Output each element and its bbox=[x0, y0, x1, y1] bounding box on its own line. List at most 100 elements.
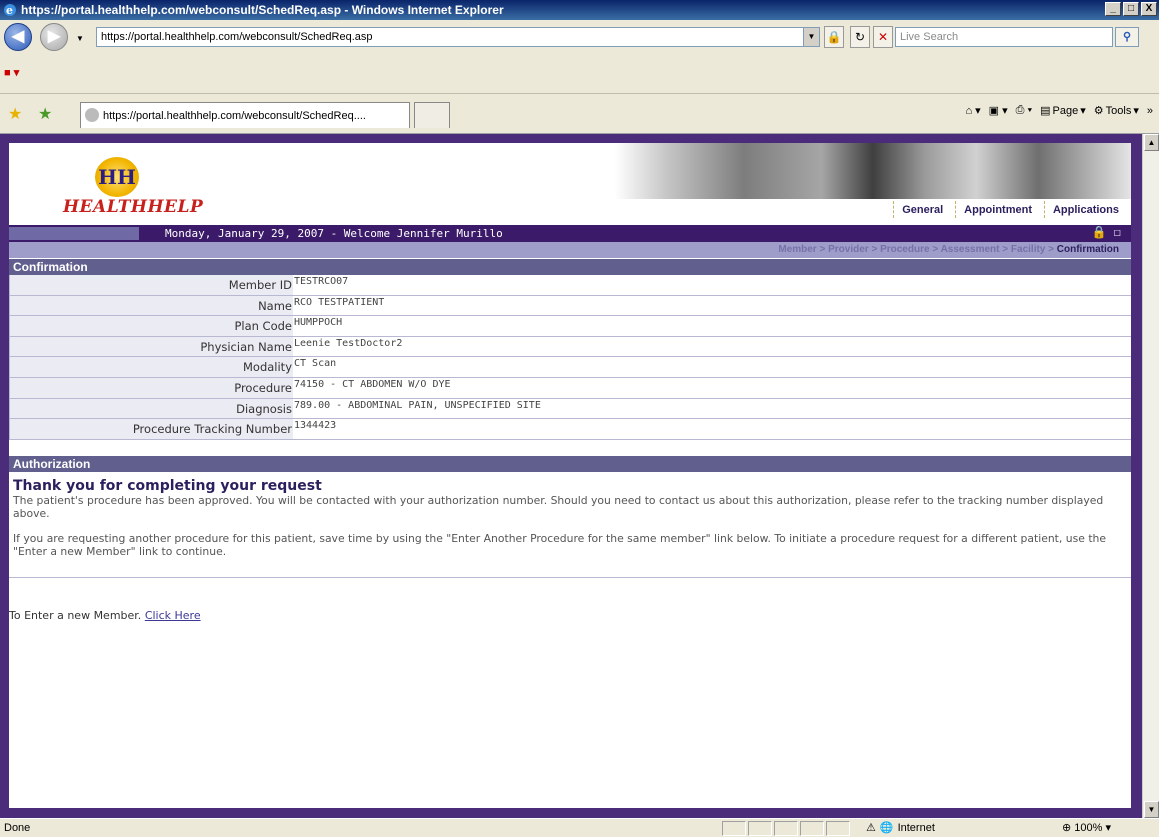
favorites-star-icon[interactable]: ★ bbox=[8, 104, 22, 124]
stop-icon[interactable]: ✕ bbox=[873, 26, 893, 48]
tools-menu[interactable]: ⚙ Tools ▾ bbox=[1093, 104, 1139, 118]
crumb-confirmation: Confirmation bbox=[1056, 244, 1119, 255]
forward-button[interactable]: ▶ bbox=[40, 23, 68, 51]
row-label: Diagnosis bbox=[9, 398, 293, 419]
tab-schedreq[interactable]: https://portal.healthhelp.com/webconsult… bbox=[80, 102, 410, 128]
new-member-text: To Enter a new Member. bbox=[9, 609, 142, 622]
row-value: Leenie TestDoctor2 bbox=[294, 337, 403, 349]
table-row: Member ID TESTRCO07 bbox=[9, 275, 1131, 296]
top-nav: General Appointment Applications bbox=[889, 201, 1127, 218]
crumb-assessment: Assessment bbox=[940, 244, 1000, 255]
row-label: Name bbox=[9, 295, 293, 316]
feeds-icon[interactable]: ▣ ▾ bbox=[989, 104, 1008, 117]
vertical-scrollbar[interactable]: ▲ ▼ bbox=[1142, 134, 1159, 818]
table-row: Procedure Tracking Number 1344423 bbox=[9, 419, 1131, 440]
confirmation-heading: Confirmation bbox=[9, 259, 1131, 275]
close-button[interactable]: X bbox=[1141, 2, 1157, 16]
row-label: Procedure bbox=[9, 377, 293, 398]
back-icon: ◀ bbox=[11, 28, 25, 45]
welcome-text: Monday, January 29, 2007 - Welcome Jenni… bbox=[165, 227, 503, 240]
breadcrumb: Member > Provider > Procedure > Assessme… bbox=[9, 242, 1131, 258]
nav-applications[interactable]: Applications bbox=[1043, 201, 1127, 218]
table-row: Name RCO TESTPATIENT bbox=[9, 295, 1131, 317]
globe-icon: 🌐 bbox=[879, 822, 894, 834]
auth-title: Thank you for completing your request bbox=[13, 478, 322, 494]
authorization-message: Thank you for completing your request Th… bbox=[9, 472, 1131, 578]
new-tab-button[interactable] bbox=[414, 102, 450, 128]
row-label: Member ID bbox=[9, 275, 293, 295]
minimize-button[interactable]: _ bbox=[1105, 2, 1121, 16]
zoom-control[interactable]: ⊕ 100% ▾ bbox=[1062, 821, 1111, 834]
table-row: Diagnosis 789.00 - ABDOMINAL PAIN, UNSPEC… bbox=[9, 398, 1131, 420]
row-value: TESTRCO07 bbox=[294, 276, 349, 287]
page-favicon-icon bbox=[85, 108, 99, 122]
status-cell bbox=[722, 821, 746, 836]
header-banner-image bbox=[615, 143, 1131, 199]
address-url: https://portal.healthhelp.com/webconsult… bbox=[101, 31, 373, 43]
breadcrumb-trail: Member > Provider > Procedure > Assessme… bbox=[778, 244, 1119, 255]
back-button[interactable]: ◀ bbox=[4, 23, 32, 51]
nav-general[interactable]: General bbox=[893, 201, 951, 218]
logo-mark: HH bbox=[95, 157, 139, 197]
add-favorite-icon[interactable]: ★ bbox=[38, 104, 52, 124]
crumb-member: Member bbox=[778, 244, 817, 255]
new-member-link[interactable]: Click Here bbox=[145, 609, 201, 622]
address-toolbar: ◀ ▶ ▼ https://portal.healthhelp.com/webc… bbox=[0, 20, 1159, 54]
row-label: Physician Name bbox=[9, 336, 293, 357]
maximize-button[interactable]: □ bbox=[1123, 2, 1139, 16]
status-cell bbox=[748, 821, 772, 836]
zoom-level: 100% bbox=[1074, 822, 1103, 834]
page-icon: ▤ bbox=[1040, 105, 1051, 117]
web-page: HH HEALTHHELP General Appointment Applic… bbox=[9, 143, 1131, 808]
print-icon[interactable]: ⎙ ▾ bbox=[1016, 104, 1032, 117]
lock-icon[interactable]: 🔒 bbox=[824, 26, 844, 48]
svg-text:e: e bbox=[6, 4, 13, 17]
home-icon[interactable]: ⌂ ▾ bbox=[965, 104, 980, 117]
window-title-bar: e https://portal.healthhelp.com/webconsu… bbox=[0, 0, 1159, 20]
refresh-icon[interactable]: ↻ bbox=[850, 26, 870, 48]
links-toolbar: ■ ▾ bbox=[0, 54, 1159, 94]
authorization-heading: Authorization bbox=[9, 456, 1131, 472]
padlock-icon[interactable]: 🔒 bbox=[1092, 225, 1107, 239]
command-bar: ⌂ ▾ ▣ ▾ ⎙ ▾ ▤ Page ▾ ⚙ Tools ▾ » bbox=[965, 104, 1153, 117]
table-row: Plan Code HUMPPOCH bbox=[9, 316, 1131, 337]
table-row: Modality CT Scan bbox=[9, 357, 1131, 378]
status-bar: Done ⚠ 🌐 Internet ⊕ 100% ▾ bbox=[0, 818, 1159, 837]
zone-label: Internet bbox=[897, 821, 935, 834]
security-zone[interactable]: ⚠ 🌐 Internet bbox=[866, 821, 935, 835]
zoom-icon: ⊕ bbox=[1062, 822, 1072, 834]
protected-mode-icon: ⚠ bbox=[866, 822, 876, 834]
tools-icon: ⚙ bbox=[1093, 105, 1104, 117]
page-menu[interactable]: ▤ Page ▾ bbox=[1040, 104, 1086, 118]
search-icon[interactable]: ⚲ bbox=[1115, 27, 1139, 47]
welcome-bar: Monday, January 29, 2007 - Welcome Jenni… bbox=[9, 225, 1131, 242]
nav-appointment[interactable]: Appointment bbox=[955, 201, 1040, 218]
welcome-bar-block bbox=[9, 227, 139, 240]
scroll-up-icon[interactable]: ▲ bbox=[1144, 134, 1159, 151]
tab-bar: ★ ★ https://portal.healthhelp.com/webcon… bbox=[0, 94, 1159, 134]
chevron-more-icon[interactable]: » bbox=[1147, 105, 1153, 117]
tab-label: https://portal.healthhelp.com/webconsult… bbox=[103, 109, 366, 122]
address-input[interactable]: https://portal.healthhelp.com/webconsult… bbox=[96, 27, 820, 47]
crumb-provider: Provider bbox=[828, 244, 869, 255]
row-value: 789.00 - ABDOMINAL PAIN, UNSPECIFIED SIT… bbox=[294, 399, 541, 411]
search-input[interactable]: Live Search bbox=[895, 27, 1113, 47]
scroll-down-icon[interactable]: ▼ bbox=[1144, 801, 1159, 818]
status-text: Done bbox=[4, 822, 31, 834]
history-dropdown-icon[interactable]: ▼ bbox=[76, 34, 84, 43]
row-value: RCO TESTPATIENT bbox=[294, 296, 385, 308]
ie-logo-icon: e bbox=[4, 4, 16, 17]
status-cell bbox=[826, 821, 850, 836]
row-label: Modality bbox=[9, 357, 293, 377]
table-row: Physician Name Leenie TestDoctor2 bbox=[9, 336, 1131, 358]
mouse-icon[interactable]: ☐ bbox=[1114, 225, 1121, 239]
page-viewport: HH HEALTHHELP General Appointment Applic… bbox=[0, 134, 1159, 818]
healthhelp-logo[interactable]: HH HEALTHHELP bbox=[63, 157, 203, 217]
confirmation-table: Member ID TESTRCO07 Name RCO TESTPATIENT P… bbox=[9, 275, 1131, 440]
auth-paragraph-2: If you are requesting another procedure … bbox=[13, 532, 1107, 558]
pdf-toolbar-icon[interactable]: ■ ▾ bbox=[4, 66, 19, 79]
new-member-line: To Enter a new Member. Click Here bbox=[9, 609, 201, 622]
auth-paragraph-1: The patient's procedure has been approve… bbox=[13, 494, 1104, 520]
address-dropdown-icon[interactable]: ▼ bbox=[803, 28, 819, 46]
row-value: 1344423 bbox=[294, 420, 337, 432]
